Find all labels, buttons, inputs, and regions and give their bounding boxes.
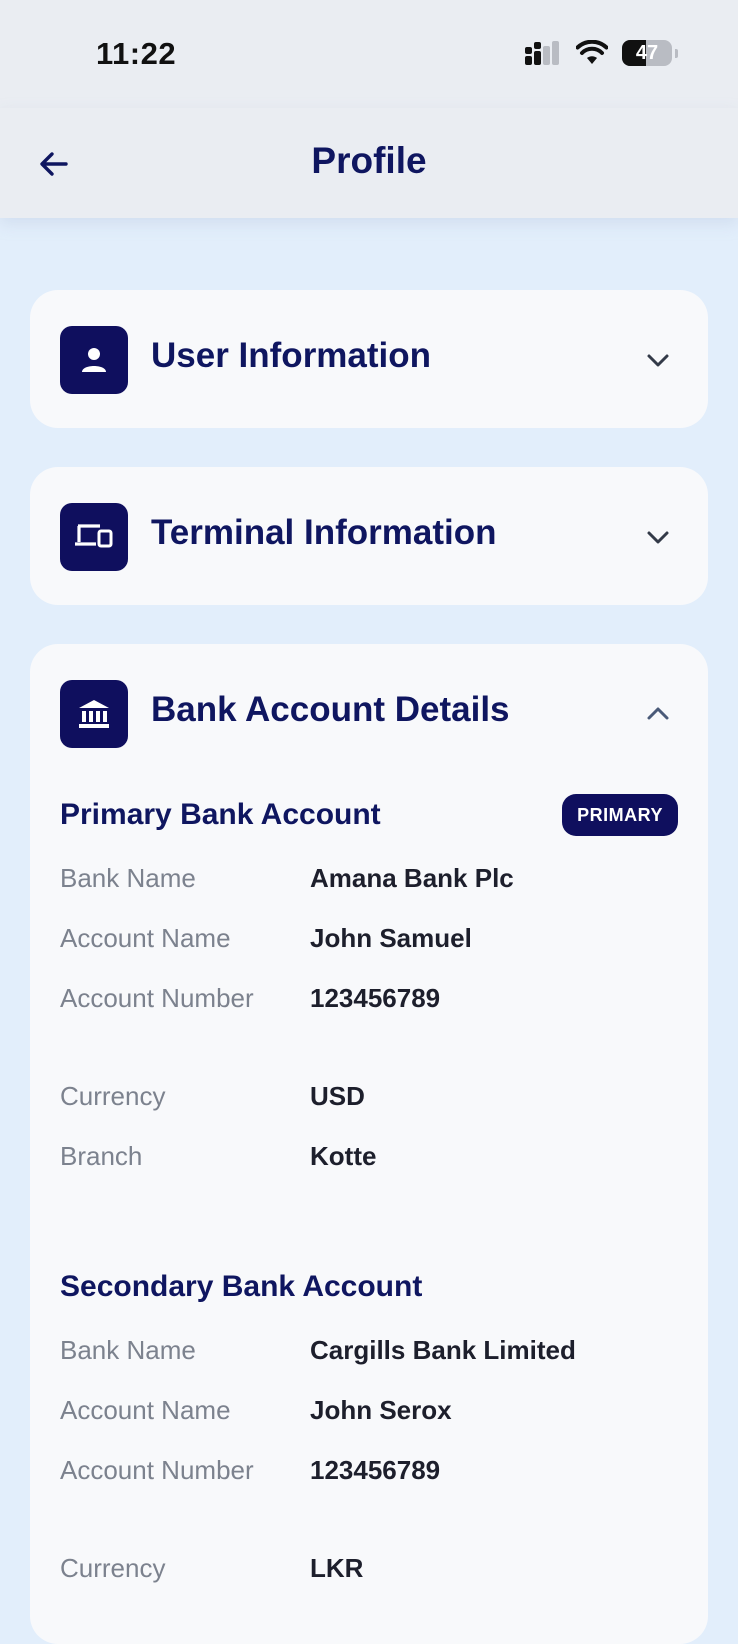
chevron-down-icon <box>642 344 674 376</box>
detail-value: Kotte <box>310 1141 377 1171</box>
person-icon <box>82 348 106 372</box>
detail-value: LKR <box>310 1553 364 1583</box>
terminal-information-title: Terminal Information <box>151 513 497 552</box>
detail-label: Currency <box>60 1081 166 1111</box>
detail-value: Amana Bank Plc <box>310 863 514 893</box>
detail-value: John Serox <box>310 1395 452 1425</box>
person-icon-tile <box>60 326 128 394</box>
detail-value: 123456789 <box>310 1455 441 1485</box>
detail-label: Bank Name <box>60 863 196 893</box>
battery-icon: 47 <box>622 40 672 66</box>
terminal-information-card: Terminal Information <box>30 467 708 605</box>
signal-icon <box>525 41 559 65</box>
detail-label: Account Name <box>60 923 231 953</box>
detail-label: Account Number <box>60 1455 254 1485</box>
bank-icon-tile <box>60 680 128 748</box>
detail-label: Branch <box>60 1141 143 1171</box>
bank-account-details-toggle[interactable]: Bank Account Details <box>30 644 708 782</box>
bank-account-details-card: Bank Account Details Primary Bank Accoun… <box>30 644 708 1644</box>
terminal-information-toggle[interactable]: Terminal Information <box>30 467 708 605</box>
status-icons: 47 <box>524 40 678 66</box>
detail-value: John Samuel <box>310 923 472 953</box>
user-information-title: User Information <box>151 336 432 375</box>
app-header: Profile <box>0 108 738 218</box>
user-information-card: User Information <box>30 290 708 428</box>
user-information-toggle[interactable]: User Information <box>30 290 708 428</box>
devices-icon-tile <box>60 503 128 571</box>
detail-label: Bank Name <box>60 1335 196 1365</box>
bank-account-details-title: Bank Account Details <box>151 690 510 729</box>
chevron-up-icon <box>642 698 674 730</box>
secondary-account-heading: Secondary Bank Account <box>60 1270 423 1303</box>
detail-value: Cargills Bank Limited <box>310 1335 576 1365</box>
battery-percent: 47 <box>635 42 659 64</box>
wifi-icon <box>576 40 608 64</box>
detail-label: Account Number <box>60 983 254 1013</box>
detail-value: 123456789 <box>310 983 441 1013</box>
chevron-down-icon <box>642 521 674 553</box>
detail-value: USD <box>310 1081 365 1111</box>
status-bar: 11:22 47 <box>0 0 738 108</box>
devices-icon <box>75 524 113 548</box>
primary-badge: PRIMARY <box>562 794 678 836</box>
battery-nub <box>675 49 678 58</box>
battery-indicator: 47 <box>622 40 678 66</box>
page-title: Profile <box>311 140 427 181</box>
detail-label: Account Name <box>60 1395 231 1425</box>
primary-account-heading: Primary Bank Account <box>60 798 381 831</box>
bank-icon <box>79 700 109 728</box>
status-time: 11:22 <box>96 36 177 71</box>
detail-label: Currency <box>60 1553 166 1583</box>
